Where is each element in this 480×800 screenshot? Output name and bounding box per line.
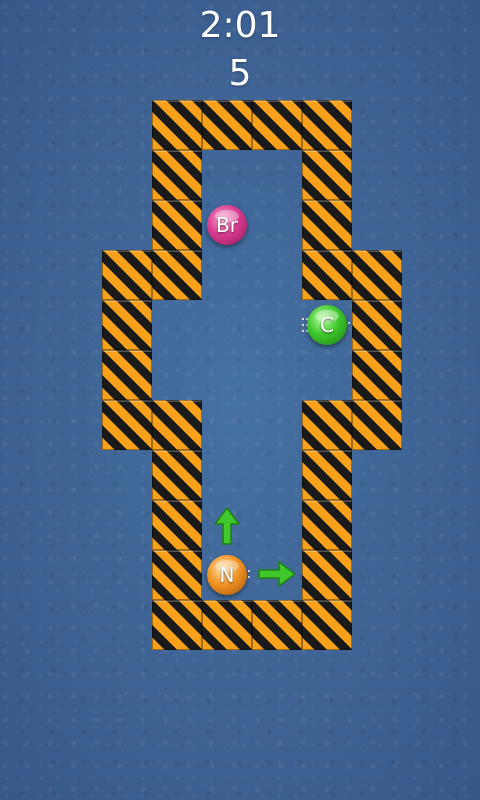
wall-tile bbox=[102, 400, 152, 450]
wall-tile bbox=[352, 400, 402, 450]
wall-tile bbox=[102, 350, 152, 400]
wall-tile bbox=[302, 500, 352, 550]
wall-tile bbox=[302, 200, 352, 250]
wall-tile bbox=[352, 300, 402, 350]
wall-tile bbox=[352, 350, 402, 400]
wall-tile bbox=[202, 600, 252, 650]
wall-tile bbox=[202, 100, 252, 150]
wall-tile bbox=[302, 400, 352, 450]
wall-tile bbox=[102, 300, 152, 350]
wall-tile bbox=[302, 450, 352, 500]
atom-symbol: Br bbox=[216, 213, 238, 237]
atom-symbol: C bbox=[320, 313, 334, 337]
wall-tile bbox=[352, 250, 402, 300]
game-board: Br C N bbox=[0, 0, 480, 800]
wall-tile bbox=[302, 150, 352, 200]
atom-bromine[interactable]: Br bbox=[207, 205, 247, 245]
wall-tile bbox=[152, 200, 202, 250]
arrow-up-icon[interactable] bbox=[213, 506, 241, 546]
wall-tile bbox=[102, 250, 152, 300]
wall-tile bbox=[152, 550, 202, 600]
wall-tile bbox=[252, 600, 302, 650]
wall-tile bbox=[152, 150, 202, 200]
wall-tile bbox=[152, 400, 202, 450]
wall-tile bbox=[152, 100, 202, 150]
wall-tile bbox=[302, 100, 352, 150]
wall-tile bbox=[302, 550, 352, 600]
wall-tile bbox=[152, 600, 202, 650]
wall-tile bbox=[252, 100, 302, 150]
wall-tile bbox=[152, 450, 202, 500]
wall-tile bbox=[302, 600, 352, 650]
atom-nitrogen[interactable]: N bbox=[207, 555, 247, 595]
wall-tile bbox=[152, 500, 202, 550]
wall-tile bbox=[302, 250, 352, 300]
wall-tile bbox=[152, 250, 202, 300]
arrow-right-icon[interactable] bbox=[257, 560, 297, 588]
atom-symbol: N bbox=[219, 563, 235, 587]
atom-carbon[interactable]: C bbox=[307, 305, 347, 345]
